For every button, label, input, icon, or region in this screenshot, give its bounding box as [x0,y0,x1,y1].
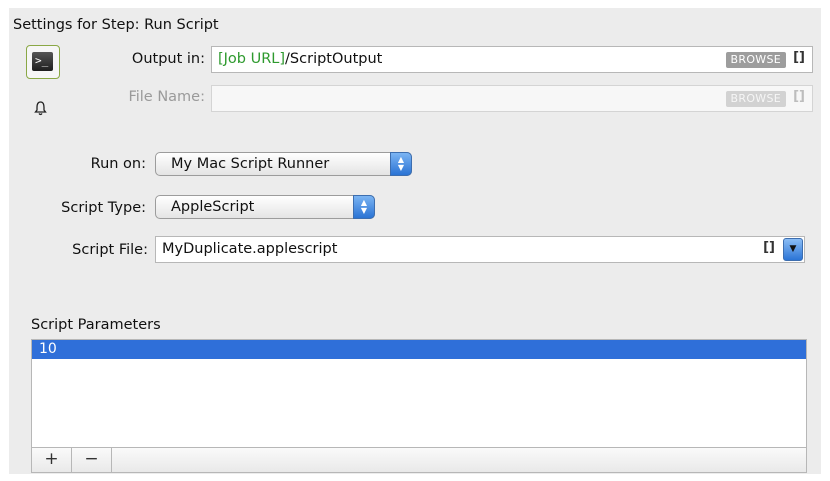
output-variable-button[interactable]: [] [793,50,805,65]
file-name-variable-button[interactable]: [] [793,89,805,104]
output-field[interactable]: [Job URL]/ScriptOutput BROWSE [] [211,46,813,73]
add-param-button[interactable]: + [32,448,72,472]
run-on-value: My Mac Script Runner [171,156,330,172]
panel-title: Settings for Step: Run Script [13,17,219,33]
file-name-field[interactable]: BROWSE [] [211,85,813,112]
params-toolbar: + − [31,448,807,473]
popup-arrows-icon: ▲ ▼ [353,195,375,219]
chevron-down-icon[interactable]: ▼ [783,238,803,261]
bell-icon[interactable] [34,101,47,120]
script-file-variable-button[interactable]: [] [763,240,775,255]
script-type-select[interactable]: AppleScript ▲ ▼ [155,195,375,219]
run-on-label: Run on: [90,156,146,172]
file-name-label: File Name: [128,89,205,105]
remove-param-button[interactable]: − [72,448,112,472]
settings-panel: Settings for Step: Run Script >_ Output … [9,8,821,474]
script-type-label: Script Type: [61,200,146,216]
params-list[interactable]: 10 [31,339,807,448]
params-row[interactable]: 10 [32,340,806,359]
output-path: /ScriptOutput [285,51,383,67]
script-file-field[interactable]: MyDuplicate.applescript [] ▼ [155,236,805,263]
script-file-value: MyDuplicate.applescript [162,241,338,257]
output-browse-button[interactable]: BROWSE [725,52,786,68]
popup-arrows-icon: ▲ ▼ [390,152,412,176]
file-name-browse-button[interactable]: BROWSE [725,91,786,107]
params-label: Script Parameters [31,317,161,333]
terminal-glyph: >_ [32,52,53,71]
output-value: [Job URL]/ScriptOutput [218,51,382,67]
script-file-label: Script File: [72,242,148,258]
script-type-value: AppleScript [171,199,255,215]
terminal-icon[interactable]: >_ [26,45,60,79]
run-on-select[interactable]: My Mac Script Runner ▲ ▼ [155,152,412,176]
job-url-token: [Job URL] [218,51,286,67]
output-label: Output in: [131,51,205,67]
